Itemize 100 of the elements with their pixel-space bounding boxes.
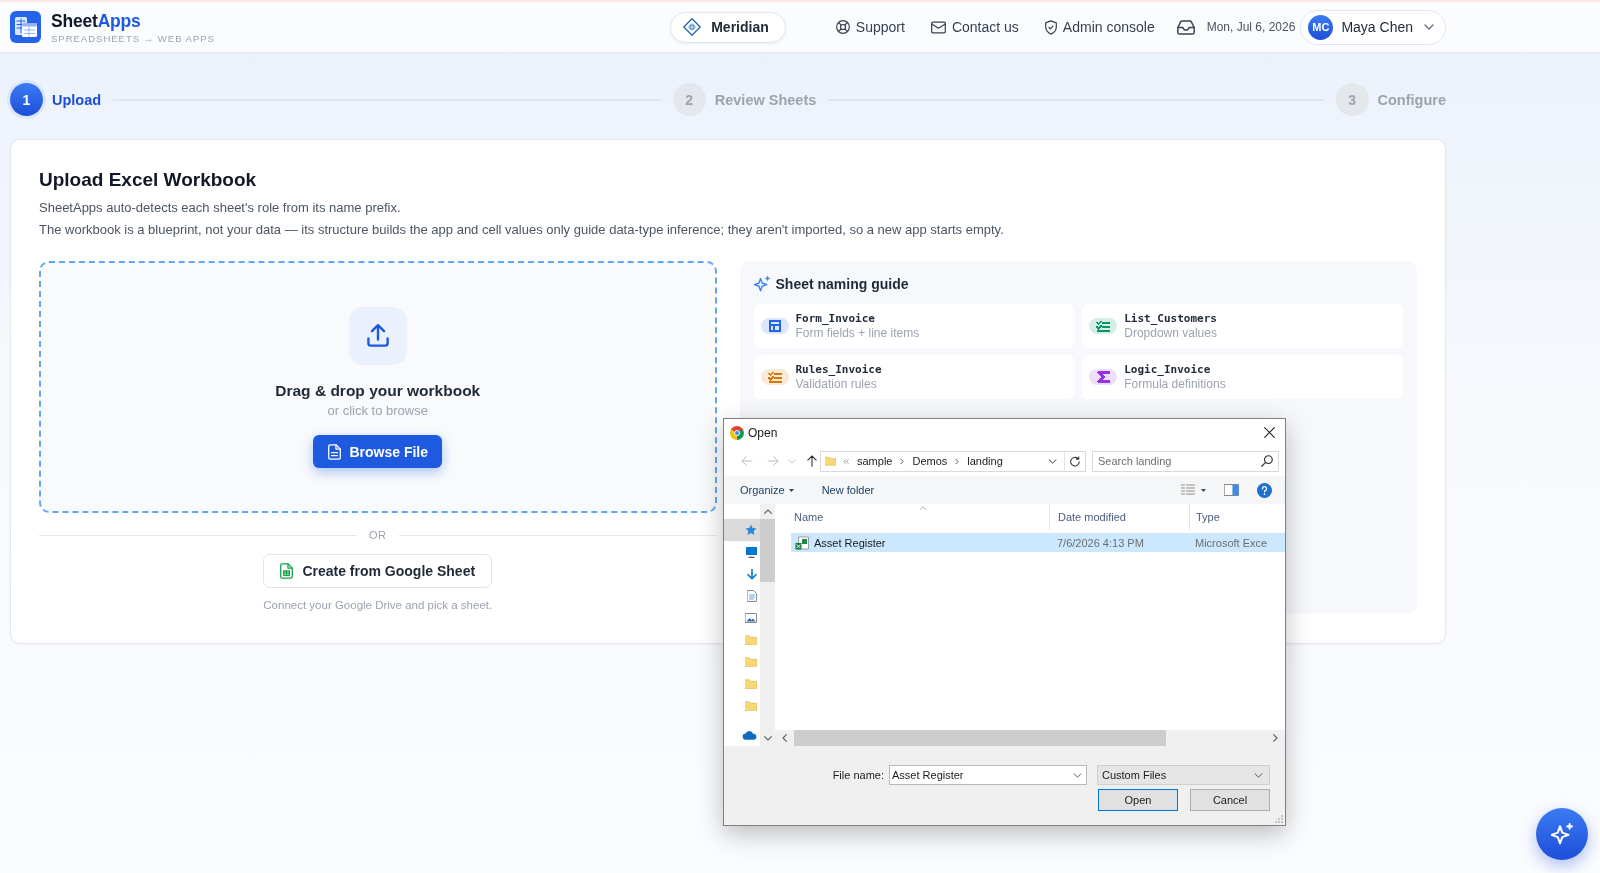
app-icon	[730, 425, 744, 440]
brand-name: SheetApps	[51, 10, 141, 32]
browse-file-button[interactable]: Browse File	[313, 435, 443, 468]
cloud-icon	[742, 730, 757, 740]
diamond-logo-icon	[683, 18, 702, 36]
address-bar[interactable]: sample Demos landing	[820, 450, 1086, 472]
assistant-button[interactable]	[1536, 808, 1588, 860]
sheet-prefix: Logic_Invoice	[1124, 362, 1212, 377]
file-row[interactable]: Asset Register 7/6/2026 4:13 PM Microsoft Exce	[791, 533, 1285, 552]
preview-pane-icon[interactable]	[1224, 484, 1239, 496]
column-header[interactable]: Name	[775, 504, 1049, 530]
chevron-left-icon[interactable]	[782, 734, 787, 742]
dialog-button[interactable]: Cancel	[1190, 789, 1270, 811]
sheet-description: Formula definitions	[1124, 376, 1226, 392]
spreadsheet-logo-icon	[10, 11, 41, 43]
scrollbar-thumb[interactable]	[760, 519, 775, 582]
file-type: Microsoft Exce	[1194, 536, 1268, 549]
card-description: SheetApps auto-detects each sheet's role from its name prefix.	[39, 199, 402, 217]
card-description: The workbook is a blueprint, not your data — its structure builds the app and cell values only guide data-type inference; they aren't imported, so a new app starts empty.	[39, 221, 1005, 239]
step-label: Review Sheets	[714, 91, 817, 108]
sheet-prefix: Rules_Invoice	[795, 362, 882, 377]
star-icon	[745, 524, 757, 536]
panel-title: Sheet naming guide	[775, 276, 909, 292]
sheet-description: Form fields + line items	[795, 325, 920, 341]
up-arrow-icon[interactable]	[807, 455, 817, 467]
chevron-right-icon	[955, 457, 960, 465]
sheet-prefix: List_Customers	[1124, 311, 1217, 326]
sparkles-icon	[753, 276, 770, 292]
date-text: Mon, Jul 6, 2026	[1206, 20, 1296, 34]
column-header[interactable]: Date modified	[1049, 504, 1189, 530]
download-icon	[747, 568, 757, 580]
dropzone-title: Drag & drop your workbook	[275, 381, 481, 401]
spreadsheet-file-icon	[795, 535, 809, 550]
step-number: 3	[1335, 83, 1369, 116]
shield-check-icon	[1044, 19, 1057, 35]
google-sheet-button[interactable]: Create from Google Sheet	[263, 554, 493, 588]
new-folder-button[interactable]: New folder	[821, 484, 875, 496]
user-menu-button[interactable]: MC Maya Chen	[1300, 9, 1446, 45]
caret-down-icon	[788, 488, 794, 492]
search-field[interactable]: Search landing	[1092, 450, 1279, 472]
mail-icon	[930, 20, 946, 34]
user-avatar: MC	[1308, 14, 1334, 40]
workspace-button[interactable]: Meridian	[670, 11, 786, 43]
step-label: Upload	[52, 91, 102, 108]
inbox-icon[interactable]	[1176, 19, 1195, 35]
file-type-dropdown[interactable]: Custom Files	[1097, 765, 1270, 785]
dialog-button[interactable]: Open	[1098, 789, 1178, 811]
search-icon	[1261, 454, 1273, 467]
folder-icon	[745, 679, 757, 689]
chevron-right-icon	[900, 457, 905, 465]
chevron-down-icon[interactable]	[1073, 773, 1082, 778]
close-icon[interactable]	[1264, 427, 1275, 438]
forward-arrow-icon[interactable]	[767, 456, 779, 466]
brand-tagline: SPREADSHEETS → WEB APPS	[51, 32, 215, 44]
sheet-description: Validation rules	[795, 376, 878, 392]
chevron-down-icon[interactable]	[1048, 458, 1057, 464]
breadcrumb-link[interactable]: landing	[967, 455, 1003, 467]
monitor-icon	[746, 546, 757, 558]
chevron-right-icon[interactable]	[1273, 734, 1278, 742]
double-chevron-left-icon	[843, 458, 849, 464]
folder-icon	[825, 456, 836, 466]
chevron-down-icon	[1424, 24, 1434, 30]
spreadsheet-icon	[280, 563, 294, 579]
nav-link[interactable]: Contact us	[930, 19, 1019, 35]
help-icon[interactable]	[1257, 482, 1272, 498]
breadcrumb-link[interactable]: sample	[857, 455, 893, 467]
dialog-title: Open	[748, 425, 778, 440]
upload-icon	[348, 307, 407, 365]
sheet-description: Dropdown values	[1124, 325, 1217, 341]
sheet-prefix: Form_Invoice	[795, 311, 876, 326]
sort-caret-icon	[919, 506, 927, 510]
caret-down-icon[interactable]	[1201, 488, 1206, 492]
chevron-down-icon	[1254, 772, 1263, 778]
folder-icon	[745, 657, 757, 667]
step-number: 2	[672, 83, 706, 116]
organize-button[interactable]: Organize	[740, 484, 794, 496]
resize-grip-icon	[1275, 815, 1283, 823]
picture-icon	[745, 613, 757, 623]
file-name: Asset Register	[814, 536, 886, 549]
dropzone[interactable]: Drag & drop your workbook or click to browse Browse File	[39, 261, 717, 513]
divider-label: OR	[369, 529, 387, 541]
chevron-down-icon[interactable]	[763, 736, 772, 741]
column-header[interactable]: Type	[1189, 504, 1285, 530]
sparkles-icon	[1551, 823, 1573, 845]
document-icon	[747, 590, 757, 602]
nav-link[interactable]: Support	[835, 19, 905, 35]
file-date: 7/6/2026 4:13 PM	[1056, 536, 1145, 549]
nav-link[interactable]: Admin console	[1044, 19, 1155, 35]
nav-pane-item[interactable]	[724, 519, 760, 541]
step-number: 1	[10, 83, 43, 116]
folder-icon	[745, 701, 757, 711]
refresh-icon[interactable]	[1070, 455, 1080, 467]
chevron-up-icon[interactable]	[763, 509, 772, 514]
file-name-field[interactable]: Asset Register	[889, 765, 1087, 785]
breadcrumb-link[interactable]: Demos	[912, 455, 948, 467]
back-arrow-icon[interactable]	[741, 456, 753, 466]
scrollbar-thumb[interactable]	[794, 730, 1166, 746]
field-label: File name:	[832, 769, 884, 781]
folder-icon	[745, 635, 757, 645]
document-icon	[328, 443, 342, 460]
